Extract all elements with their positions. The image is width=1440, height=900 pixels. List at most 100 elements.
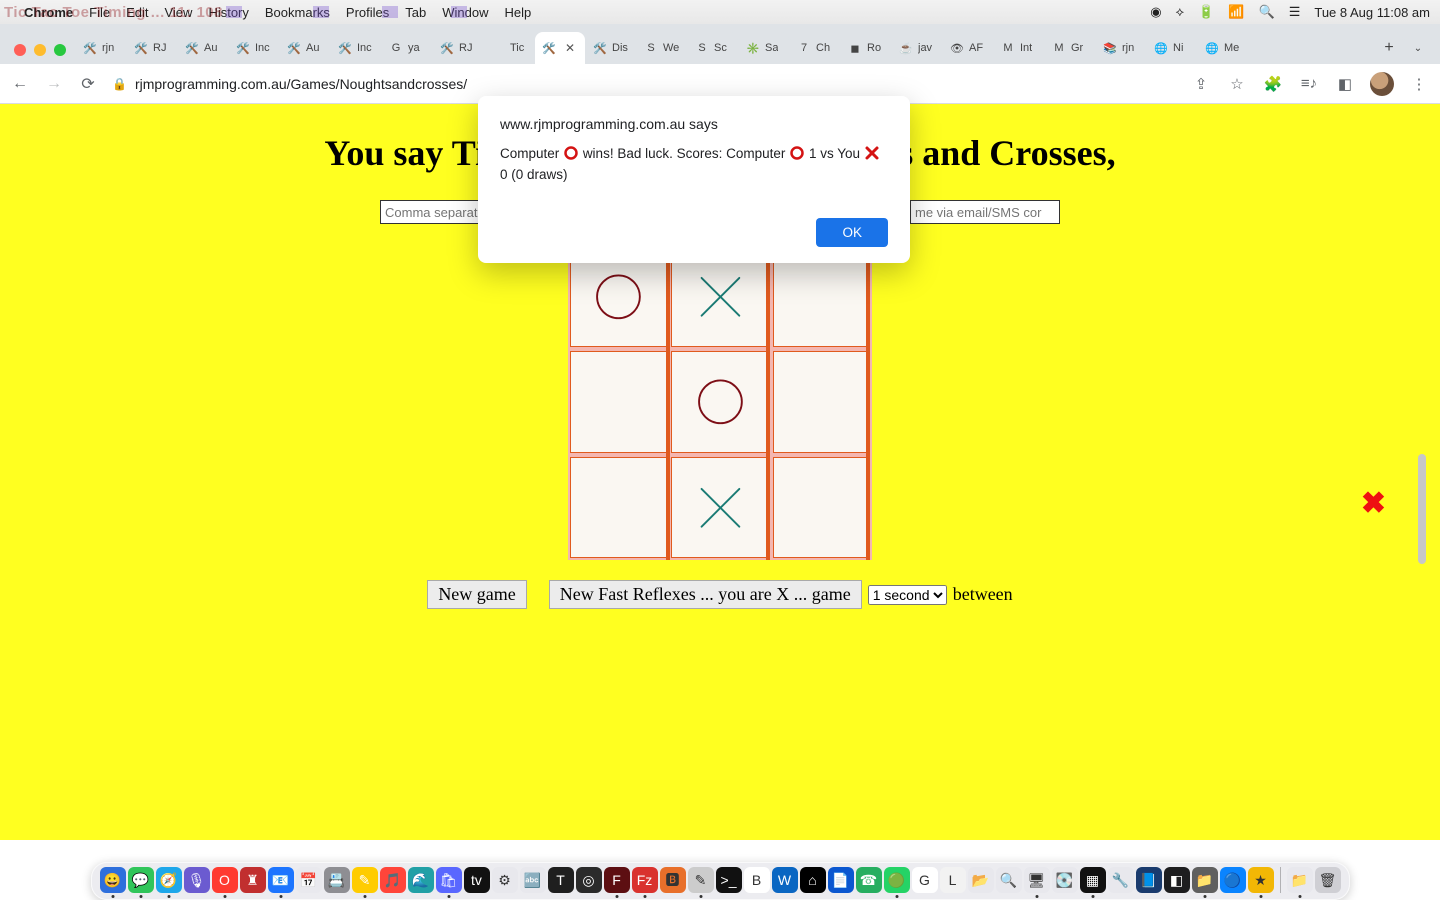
tab-close-icon[interactable]: ✕ — [565, 41, 575, 55]
menu-view[interactable]: View — [164, 5, 192, 20]
spotlight-icon[interactable]: 🔍 — [1259, 4, 1275, 20]
dock-app-icon[interactable]: 🔤 — [520, 867, 546, 893]
extensions-button[interactable]: 🧩 — [1262, 73, 1284, 95]
menu-app[interactable]: Chrome — [24, 5, 73, 20]
browser-tab[interactable]: ☕jav — [892, 32, 942, 64]
menu-file[interactable]: File — [89, 5, 110, 20]
dock-app-icon[interactable]: B — [744, 867, 770, 893]
nav-reload-button[interactable]: ⟳ — [78, 74, 98, 94]
dock-app-icon[interactable]: W — [772, 867, 798, 893]
dock-app-icon[interactable]: 💽 — [1052, 867, 1078, 893]
browser-tab[interactable]: 🌐Me — [1198, 32, 1248, 64]
browser-tab[interactable]: 7Ch — [790, 32, 840, 64]
media-control-button[interactable]: ≡♪ — [1298, 73, 1320, 95]
dock-app-icon[interactable]: 📁 — [1192, 867, 1218, 893]
dock-app-icon[interactable]: T — [548, 867, 574, 893]
browser-tab[interactable]: Gya — [382, 32, 432, 64]
wifi-icon[interactable]: 📶 — [1228, 4, 1244, 20]
browser-tab[interactable]: SSc — [688, 32, 738, 64]
share-button[interactable]: ⇪ — [1190, 73, 1212, 95]
board-cell-3[interactable] — [570, 351, 667, 452]
window-zoom-button[interactable] — [54, 44, 66, 56]
menu-tab[interactable]: Tab — [405, 5, 426, 20]
dock-app-icon[interactable]: 🔍 — [996, 867, 1022, 893]
dock-app-icon[interactable]: ★ — [1248, 867, 1274, 893]
dock-app-icon[interactable]: ⚙ — [492, 867, 518, 893]
dock-app-icon[interactable]: 😀 — [100, 867, 126, 893]
browser-tab[interactable]: ◼Ro — [841, 32, 891, 64]
nav-back-button[interactable]: ← — [10, 74, 30, 94]
dock-app-icon[interactable]: 📧 — [268, 867, 294, 893]
dock-app-icon[interactable]: L — [940, 867, 966, 893]
menubar-clock[interactable]: Tue 8 Aug 11:08 am — [1314, 5, 1430, 20]
dock-app-icon[interactable]: 📅 — [296, 867, 322, 893]
menu-history[interactable]: History — [208, 5, 248, 20]
nav-forward-button[interactable]: → — [44, 74, 64, 94]
contact-input[interactable] — [910, 200, 1060, 224]
page-scrollbar[interactable] — [1418, 454, 1426, 564]
dock-app-icon[interactable]: 🛍 — [436, 867, 462, 893]
menu-profiles[interactable]: Profiles — [346, 5, 389, 20]
window-minimize-button[interactable] — [34, 44, 46, 56]
dock-app-icon[interactable]: 📄 — [828, 867, 854, 893]
battery-icon[interactable]: 🔋 — [1198, 4, 1214, 20]
browser-tab[interactable]: 🌐Ni — [1147, 32, 1197, 64]
dock-app-icon[interactable]: tv — [464, 867, 490, 893]
dock-app-icon[interactable]: 📂 — [968, 867, 994, 893]
browser-tab[interactable]: 🛠️RJ — [127, 32, 177, 64]
dock-app-icon[interactable]: ▦ — [1080, 867, 1106, 893]
dock-app-icon[interactable]: ✎ — [352, 867, 378, 893]
dock-app-icon[interactable]: F — [604, 867, 630, 893]
browser-tab[interactable]: 🛠️RJ — [433, 32, 483, 64]
bluetooth-icon[interactable]: ⟡ — [1176, 4, 1185, 20]
profile-avatar[interactable] — [1370, 72, 1394, 96]
browser-tab[interactable]: MInt — [994, 32, 1044, 64]
new-game-button[interactable]: New game — [427, 580, 526, 609]
dock-app-icon[interactable]: ◧ — [1164, 867, 1190, 893]
browser-tab[interactable]: 🛠️Au — [178, 32, 228, 64]
dock-app-icon[interactable]: 🌊 — [408, 867, 434, 893]
dock-app-icon[interactable]: 🔧 — [1108, 867, 1134, 893]
dock-app-icon[interactable]: 🧭 — [156, 867, 182, 893]
window-close-button[interactable] — [14, 44, 26, 56]
new-tab-button[interactable]: + — [1375, 32, 1403, 64]
tab-overflow-button[interactable]: ⌄ — [1404, 32, 1432, 64]
browser-tab[interactable]: 🛠️rjn — [76, 32, 126, 64]
dock-app-icon[interactable]: 📇 — [324, 867, 350, 893]
browser-tab[interactable]: 🛠️Au — [280, 32, 330, 64]
dock-app-icon[interactable]: ☎ — [856, 867, 882, 893]
browser-tab[interactable]: 👁AF — [943, 32, 993, 64]
board-cell-5[interactable] — [773, 351, 870, 452]
dock-app-icon[interactable]: 🟢 — [884, 867, 910, 893]
board-cell-6[interactable] — [570, 457, 667, 558]
board-cell-4[interactable] — [671, 351, 768, 452]
browser-tab[interactable]: 📚rjn — [1096, 32, 1146, 64]
dock-app-icon[interactable]: O — [212, 867, 238, 893]
dock-app-icon[interactable]: 🎵 — [380, 867, 406, 893]
dock-app-icon[interactable]: 🖥 — [1024, 867, 1050, 893]
menu-bookmarks[interactable]: Bookmarks — [265, 5, 330, 20]
dock-app-icon[interactable]: 🗑 — [1315, 867, 1341, 893]
address-bar[interactable]: 🔒 rjmprogramming.com.au/Games/Noughtsand… — [112, 76, 467, 92]
dock-app-icon[interactable]: ◎ — [576, 867, 602, 893]
dock-app-icon[interactable]: 📁 — [1287, 867, 1313, 893]
board-cell-8[interactable] — [773, 457, 870, 558]
browser-tab[interactable]: 🛠️Dis — [586, 32, 636, 64]
browser-tab[interactable]: 🛠️✕ — [535, 32, 585, 64]
dock-app-icon[interactable]: Fz — [632, 867, 658, 893]
dock-app-icon[interactable]: 💬 — [128, 867, 154, 893]
new-fast-reflexes-button[interactable]: New Fast Reflexes ... you are X ... game — [549, 580, 862, 609]
browser-tab[interactable]: SWe — [637, 32, 687, 64]
menu-help[interactable]: Help — [505, 5, 532, 20]
browser-tab[interactable]: 🛠️Inc — [229, 32, 279, 64]
board-cell-7[interactable] — [671, 457, 768, 558]
browser-tab[interactable]: ✳️Sa — [739, 32, 789, 64]
dock-app-icon[interactable]: ⌂ — [800, 867, 826, 893]
browser-tab[interactable]: Tic — [484, 32, 534, 64]
interval-select[interactable]: 1 second — [868, 585, 947, 605]
dock-app-icon[interactable]: G — [912, 867, 938, 893]
dock-app-icon[interactable]: ♜ — [240, 867, 266, 893]
menu-window[interactable]: Window — [442, 5, 488, 20]
dock-app-icon[interactable]: 🎙 — [184, 867, 210, 893]
browser-tab[interactable]: MGr — [1045, 32, 1095, 64]
